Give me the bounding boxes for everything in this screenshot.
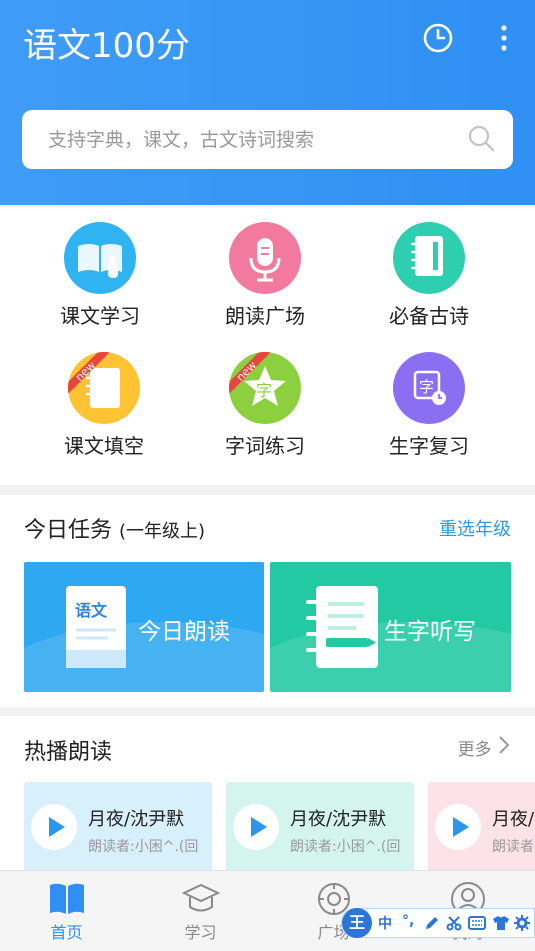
dictation-label: 生字听写 — [384, 619, 476, 645]
textbook-icon: 语文 — [64, 584, 128, 674]
feature-grid: 课文学习 朗读广场 必备古诗 new 课文填空 字 new 字词练习 字 生字复习 — [0, 207, 535, 485]
today-tasks-card: 今日任务 (一年级上) 重选年级 语文 今日朗读 生字听写 — [0, 495, 535, 707]
hot-item-title: 月夜/沈尹默 — [492, 809, 535, 830]
notepad-pencil-icon — [306, 584, 380, 674]
hot-item-title: 月夜/沈尹默 — [290, 809, 387, 830]
character-dictation-tile[interactable]: 生字听写 — [270, 562, 511, 692]
feature-ancient-poems[interactable]: 必备古诗 — [340, 207, 518, 328]
tab-study[interactable]: 学习 — [134, 871, 267, 951]
search-icon[interactable] — [467, 124, 495, 156]
feature-label: 字词练习 — [225, 434, 305, 458]
ime-mode-chinese[interactable]: 中 — [378, 913, 392, 933]
ime-toolbar[interactable]: 王 中 °, — [341, 908, 535, 938]
feature-label: 生字复习 — [389, 434, 469, 458]
hot-item-reader: 朗读者:小困^.(回 — [88, 839, 199, 855]
star-character-icon: 字 new — [229, 352, 301, 424]
tab-label: 学习 — [184, 923, 217, 942]
app-header: 语文100分 — [0, 0, 535, 205]
feature-word-practice[interactable]: 字 new 字词练习 — [176, 337, 354, 458]
document-icon: new — [68, 352, 140, 424]
hot-reading-section: 热播朗读 更多 月夜/沈尹默 朗读者:小困^.(回 月夜/沈尹默 朗读者:小困^… — [0, 716, 535, 876]
hot-title: 热播朗读 — [24, 740, 113, 765]
tasks-title: 今日任务 (一年级上) — [24, 512, 205, 544]
play-icon[interactable] — [435, 804, 481, 850]
hot-item-reader: 朗读者:小困^.(回 — [290, 839, 401, 855]
ime-logo[interactable]: 王 — [342, 908, 372, 938]
chevron-right-icon — [497, 734, 511, 761]
hot-item-card[interactable]: 月夜/沈尹默 朗读者:小困^.(回 — [226, 782, 414, 876]
more-link[interactable]: 更多 — [458, 734, 511, 761]
tasks-title-text: 今日任务 — [24, 518, 113, 543]
feature-label: 课文填空 — [64, 434, 144, 458]
hot-item-reader: 朗读者:小困^.(回 — [492, 839, 535, 855]
search-bar[interactable] — [22, 110, 513, 169]
keyboard-icon[interactable] — [468, 916, 486, 934]
tab-home[interactable]: 首页 — [0, 871, 133, 951]
today-reading-tile[interactable]: 语文 今日朗读 — [24, 562, 264, 692]
pen-icon[interactable] — [424, 915, 440, 935]
textbook-text: 语文 — [75, 601, 108, 620]
feature-text-fill[interactable]: new 课文填空 — [15, 337, 193, 458]
reselect-grade-link[interactable]: 重选年级 — [439, 515, 511, 541]
more-vertical-icon[interactable] — [486, 20, 522, 56]
scissors-icon[interactable] — [446, 915, 462, 935]
character-clock-icon: 字 — [393, 352, 465, 424]
settings-icon[interactable] — [514, 915, 530, 935]
punctuation-icon[interactable]: °, — [402, 913, 414, 929]
shirt-icon[interactable] — [492, 915, 510, 935]
feature-label: 课文学习 — [60, 304, 140, 328]
notebook-icon — [393, 222, 465, 294]
star-glyph: 字 — [256, 381, 272, 400]
hot-item-card[interactable]: 月夜/沈尹默 朗读者:小困^.(回 — [24, 782, 212, 876]
search-input[interactable] — [22, 110, 452, 169]
tab-label: 首页 — [50, 923, 83, 942]
graduation-cap-icon — [181, 881, 220, 917]
feature-character-review[interactable]: 字 生字复习 — [340, 337, 518, 458]
feature-label: 必备古诗 — [389, 304, 469, 328]
feature-label: 朗读广场 — [225, 304, 305, 328]
feature-text-study[interactable]: 课文学习 — [11, 207, 189, 328]
play-icon[interactable] — [31, 804, 77, 850]
grade-label: (一年级上) — [119, 521, 206, 542]
play-icon[interactable] — [233, 804, 279, 850]
book-icon — [48, 881, 86, 917]
more-label: 更多 — [457, 740, 492, 760]
today-reading-label: 今日朗读 — [138, 619, 230, 645]
clock-icon[interactable] — [420, 20, 456, 56]
app-title: 语文100分 — [23, 26, 190, 66]
review-glyph: 字 — [419, 378, 434, 396]
hot-item-card[interactable]: 月夜/沈尹默 朗读者:小困^.(回 — [428, 782, 535, 876]
book-hand-icon — [64, 222, 136, 294]
microphone-icon — [229, 222, 301, 294]
feature-reading-square[interactable]: 朗读广场 — [176, 207, 354, 328]
hot-item-title: 月夜/沈尹默 — [88, 809, 185, 830]
